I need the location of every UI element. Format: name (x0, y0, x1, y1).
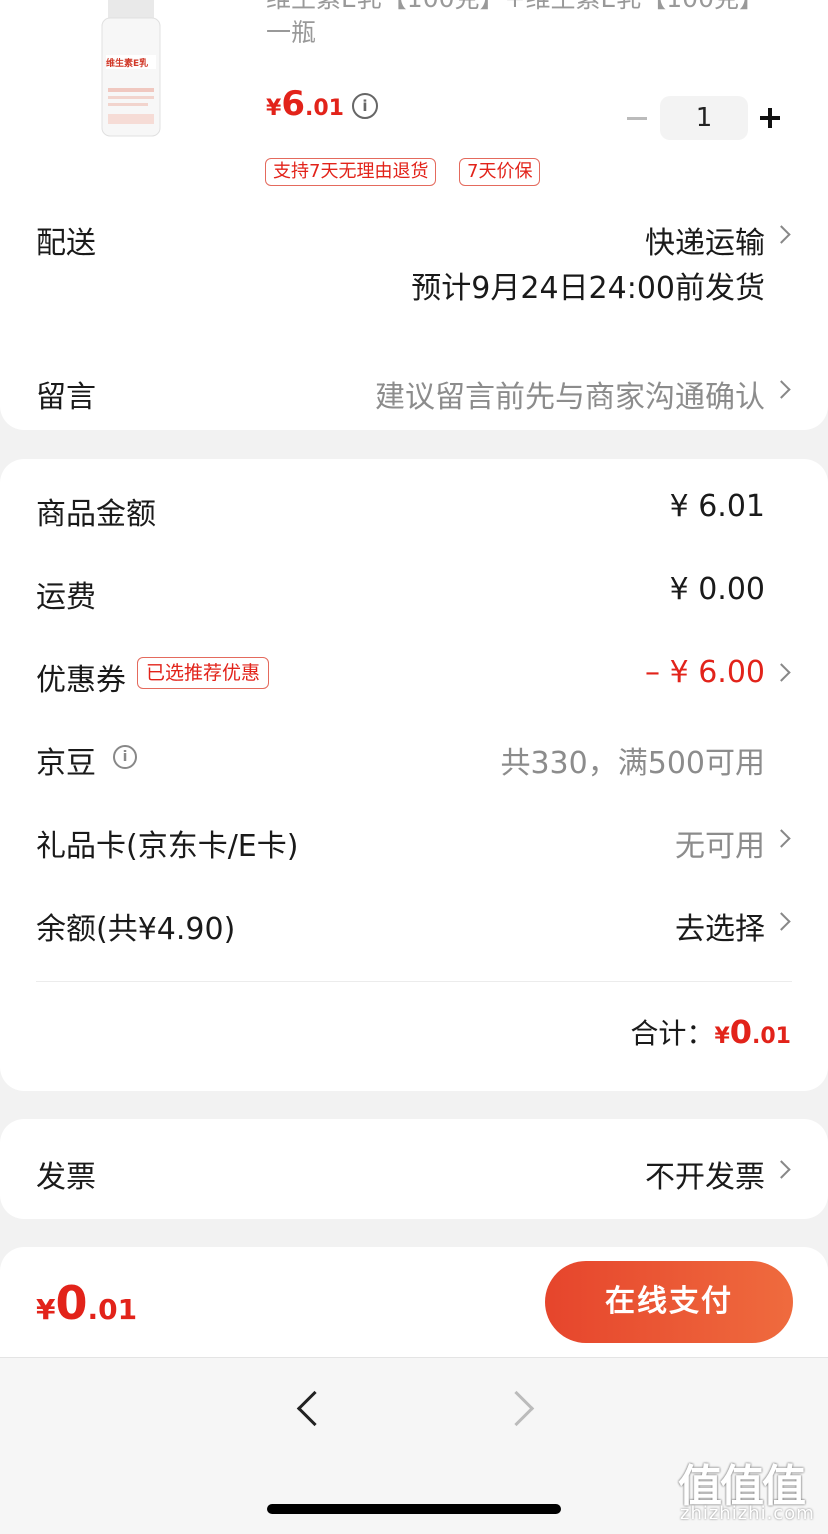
pay-online-button[interactable]: 在线支付 (545, 1261, 793, 1343)
summary-divider (36, 981, 792, 982)
coupon-value[interactable]: – ¥ 6.00 (645, 655, 765, 690)
total-dec: .01 (752, 1024, 791, 1049)
price-protect-tag: 7天价保 (459, 158, 541, 186)
checkout-price-dec: .01 (87, 1293, 138, 1326)
product-image[interactable]: 维生素E乳 (100, 0, 162, 138)
checkout-price-int: 0 (55, 1276, 88, 1330)
return-policy-tag: 支持7天无理由退货 (265, 158, 437, 186)
product-image-label: 维生素E乳 (106, 59, 149, 69)
product-title-line1: 维生素E乳【100克】+维生素E乳【100克】 (266, 0, 766, 16)
delivery-label: 配送 (36, 226, 96, 261)
balance-value[interactable]: 去选择 (675, 904, 765, 948)
price-info-icon[interactable]: i (352, 93, 378, 119)
total-int: 0 (729, 1013, 753, 1051)
beans-info-icon[interactable]: i (113, 745, 137, 769)
shipping-label: 运费 (36, 580, 96, 615)
quantity-input[interactable]: 1 (660, 96, 748, 140)
home-indicator[interactable] (267, 1504, 561, 1514)
balance-label: 余额(共¥4.90) (36, 912, 236, 947)
delivery-method[interactable]: 快递运输 (645, 218, 765, 262)
quantity-plus-button[interactable] (760, 107, 782, 129)
coupon-recommended-tag: 已选推荐优惠 (137, 657, 270, 689)
total-row: 合计：¥0.01 (630, 1012, 791, 1052)
invoice-label: 发票 (36, 1160, 96, 1195)
giftcard-value[interactable]: 无可用 (675, 821, 765, 865)
goods-amount-value: ¥ 6.01 (669, 489, 765, 524)
product-price-dec: .01 (304, 96, 344, 121)
product-title-line2: 一瓶 (266, 18, 317, 47)
beans-label: 京豆 (36, 746, 96, 781)
checkout-price-symbol: ¥ (36, 1293, 56, 1326)
watermark-site: zhizhizhi.com (680, 1503, 815, 1524)
checkout-price: ¥0.01 (36, 1276, 137, 1330)
message-label: 留言 (36, 380, 96, 415)
coupon-label: 优惠券 (36, 663, 126, 698)
product-price: ¥6.01 (266, 84, 344, 124)
giftcard-label: 礼品卡(京东卡/E卡) (36, 829, 299, 864)
product-title[interactable]: 维生素E乳【100克】+维生素E乳【100克】 一瓶 (266, 0, 766, 62)
quantity-minus-button[interactable] (627, 117, 647, 120)
total-symbol: ¥ (714, 1024, 730, 1049)
beans-value: 共330，满500可用 (500, 746, 765, 781)
delivery-estimate: 预计9月24日24:00前发货 (411, 271, 765, 306)
invoice-value[interactable]: 不开发票 (645, 1152, 765, 1196)
product-price-symbol: ¥ (266, 96, 282, 121)
goods-amount-label: 商品金额 (36, 497, 156, 532)
shipping-value: ¥ 0.00 (669, 572, 765, 607)
message-input[interactable]: 建议留言前先与商家沟通确认 (375, 372, 765, 416)
product-price-int: 6 (281, 84, 305, 124)
total-label: 合计： (630, 1017, 715, 1050)
